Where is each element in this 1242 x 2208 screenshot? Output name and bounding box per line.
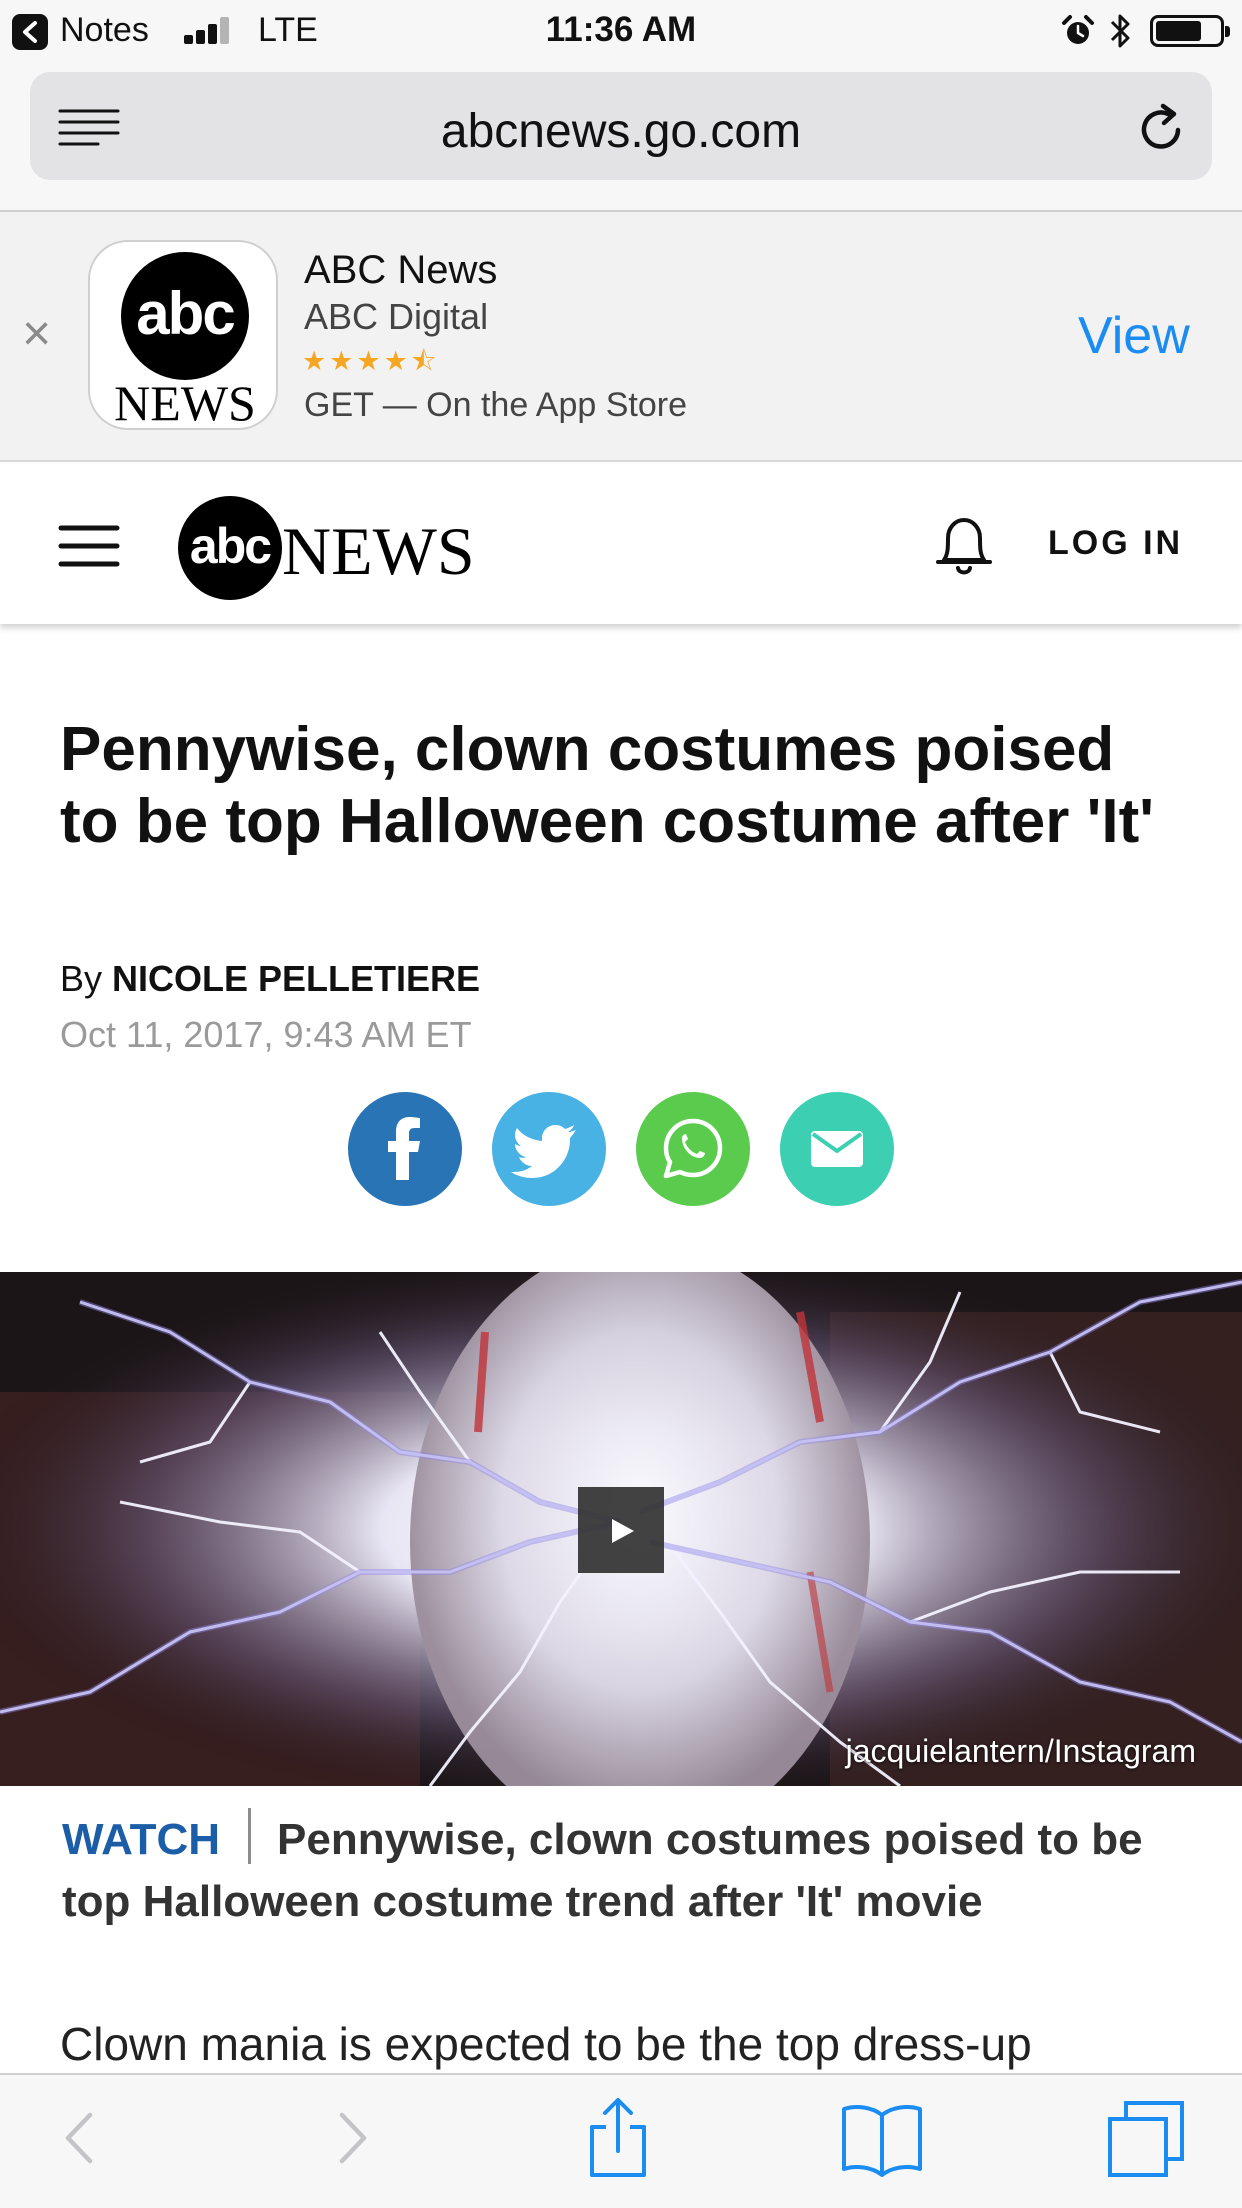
logo-wordmark: NEWS xyxy=(282,513,475,589)
bell-icon[interactable] xyxy=(932,510,996,578)
article-headline: Pennywise, clown costumes poised to be t… xyxy=(60,715,1154,856)
reload-icon[interactable] xyxy=(1138,102,1186,152)
photo-credit: jacquielantern/Instagram xyxy=(845,1733,1196,1769)
tabs-icon[interactable] xyxy=(1104,2099,1188,2179)
browser-address-area: abcnews.go.com xyxy=(0,62,1242,212)
video-caption-text: Pennywise, clown costumes poised to be t… xyxy=(62,1815,1143,1926)
hamburger-menu-icon[interactable] xyxy=(58,524,120,568)
url-text[interactable]: abcnews.go.com xyxy=(30,104,1212,159)
status-bar: Notes LTE 11:36 AM xyxy=(0,0,1242,62)
app-icon: abc NEWS xyxy=(88,240,278,430)
app-publisher: ABC Digital xyxy=(304,296,489,337)
app-store-banner: × abc NEWS ABC News ABC Digital ★★★★⯪ GE… xyxy=(0,212,1242,462)
facebook-icon xyxy=(388,1117,420,1180)
view-app-button[interactable]: View xyxy=(1078,306,1190,366)
share-twitter-button[interactable] xyxy=(492,1092,606,1206)
chevron-right-icon[interactable] xyxy=(332,2103,372,2173)
caption-divider xyxy=(248,1808,252,1864)
play-icon[interactable] xyxy=(578,1487,664,1573)
abc-news-logo[interactable]: abc NEWS xyxy=(178,492,508,602)
app-store-get-text: GET — On the App Store xyxy=(304,386,688,424)
clock: 11:36 AM xyxy=(545,10,697,49)
email-icon xyxy=(811,1131,863,1167)
whatsapp-icon xyxy=(663,1118,723,1179)
battery-icon xyxy=(1150,15,1230,47)
watch-label: WATCH xyxy=(62,1815,221,1864)
share-email-button[interactable] xyxy=(780,1092,894,1206)
close-icon[interactable]: × xyxy=(22,308,51,358)
share-icon[interactable] xyxy=(586,2095,650,2179)
byline: By NICOLE PELLETIERE xyxy=(60,958,480,1000)
chevron-left-icon[interactable] xyxy=(60,2103,100,2173)
share-whatsapp-button[interactable] xyxy=(636,1092,750,1206)
browser-toolbar xyxy=(0,2073,1242,2208)
app-icon-wordmark: NEWS xyxy=(114,375,256,430)
bookmarks-icon[interactable] xyxy=(838,2101,926,2177)
author-name[interactable]: NICOLE PELLETIERE xyxy=(112,958,480,999)
video-caption[interactable]: WATCH Pennywise, clown costumes poised to… xyxy=(62,1808,1182,1933)
star-rating: ★★★★⯪ xyxy=(302,346,440,376)
alarm-clock-icon xyxy=(1062,15,1094,44)
byline-prefix: By xyxy=(60,958,103,999)
abc-globe-logo: abc xyxy=(121,252,249,380)
site-header: abc NEWS LOG IN xyxy=(0,464,1242,624)
article-body-paragraph: Clown mania is expected to be the top dr… xyxy=(60,2018,1032,2070)
logo-globe: abc xyxy=(178,496,282,600)
login-link[interactable]: LOG IN xyxy=(1048,524,1183,563)
twitter-icon xyxy=(511,1125,576,1178)
video-player[interactable]: jacquielantern/Instagram xyxy=(0,1272,1242,1786)
publish-date: Oct 11, 2017, 9:43 AM ET xyxy=(60,1014,472,1055)
bluetooth-icon xyxy=(1110,14,1130,48)
address-bar[interactable]: abcnews.go.com xyxy=(30,72,1212,180)
app-name: ABC News xyxy=(304,248,498,292)
share-facebook-button[interactable] xyxy=(348,1092,462,1206)
